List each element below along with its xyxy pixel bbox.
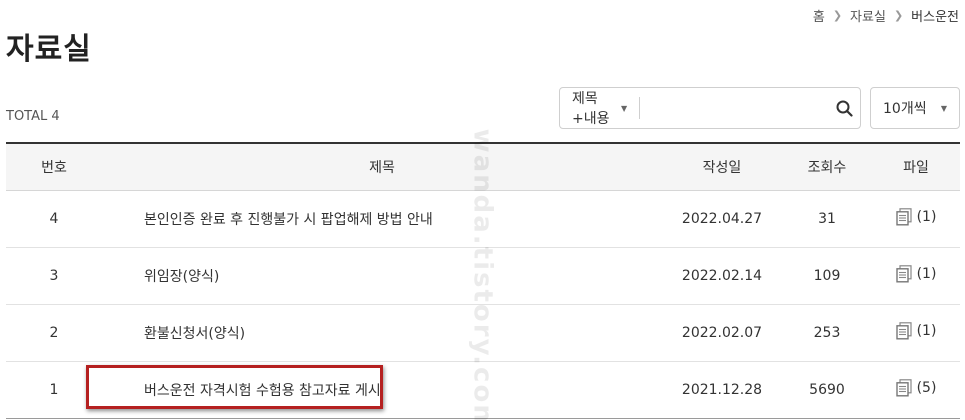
search-scope-select[interactable]: 제목+내용 ▼ [560,88,639,128]
breadcrumb-current: 버스운전 [911,10,959,25]
file-attachment[interactable]: (1) [895,321,937,340]
caret-down-icon: ▼ [621,103,628,113]
file-count: (1) [916,265,937,282]
post-title-link[interactable]: 위임장(양식) [144,269,219,285]
post-title-link[interactable]: 버스운전 자격시험 수험용 참고자료 게시 [144,383,381,399]
column-header-file: 파일 [903,159,929,176]
chevron-right-icon: ❯ [832,9,843,22]
per-page-label: 10개씩 [883,101,927,117]
file-icon [895,207,912,225]
per-page-select[interactable]: 10개씩 ▼ [870,87,960,129]
file-icon [895,264,912,282]
page-title: 자료실 [6,32,92,67]
file-count: (1) [916,322,937,339]
file-count: (1) [916,208,937,225]
total-value: 4 [51,109,60,124]
row-date: 2022.04.27 [681,210,763,227]
row-views: 109 [813,267,841,284]
column-header-no: 번호 [41,159,67,176]
column-header-title: 제목 [369,159,395,176]
total-count: TOTAL 4 [6,109,60,124]
file-attachment[interactable]: (1) [895,264,937,283]
search-box: 제목+내용 ▼ [559,87,861,129]
search-input[interactable] [639,88,830,128]
post-title-link[interactable]: 본인인증 완료 후 진행불가 시 팝업해제 방법 안내 [144,212,433,228]
row-views: 253 [813,324,841,341]
table-row: 2 환불신청서(양식) 2022.02.07 253 (1) [6,304,960,361]
file-attachment[interactable]: (1) [895,207,937,226]
file-attachment[interactable]: (5) [895,378,937,397]
row-number: 2 [49,324,59,341]
search-icon [836,100,854,117]
breadcrumb-home[interactable]: 홈 [813,6,825,25]
table-row: 4 본인인증 완료 후 진행불가 시 팝업해제 방법 안내 2022.04.27… [6,190,960,247]
table-header-row: 번호 제목 작성일 조회수 파일 [6,143,960,190]
file-icon [895,321,912,339]
search-button[interactable] [830,88,860,128]
breadcrumb: 홈 ❯ 자료실 ❯ 버스운전 [813,6,959,25]
total-label: TOTAL [6,109,48,124]
column-header-views: 조회수 [807,159,847,176]
chevron-right-icon: ❯ [893,9,904,22]
row-views: 5690 [809,381,845,398]
column-header-date: 작성일 [702,159,742,176]
caret-down-icon: ▼ [940,103,947,113]
post-title-link[interactable]: 환불신청서(양식) [144,326,245,342]
file-count: (5) [916,379,937,396]
row-date: 2022.02.14 [681,267,763,284]
file-icon [895,378,912,396]
row-number: 4 [49,210,59,227]
breadcrumb-section[interactable]: 자료실 [850,6,886,25]
row-date: 2022.02.07 [681,324,763,341]
search-scope-label: 제목+내용 [572,91,610,127]
row-number: 3 [49,267,59,284]
row-number: 1 [49,381,59,398]
table-row: 3 위임장(양식) 2022.02.14 109 (1) [6,247,960,304]
row-date: 2021.12.28 [681,381,763,398]
board-table: 번호 제목 작성일 조회수 파일 4 본인인증 완료 후 진행불가 시 팝업해제… [6,142,960,419]
table-row: 1 버스운전 자격시험 수험용 참고자료 게시 2021.12.28 5690 … [6,361,960,418]
row-views: 31 [818,210,836,227]
